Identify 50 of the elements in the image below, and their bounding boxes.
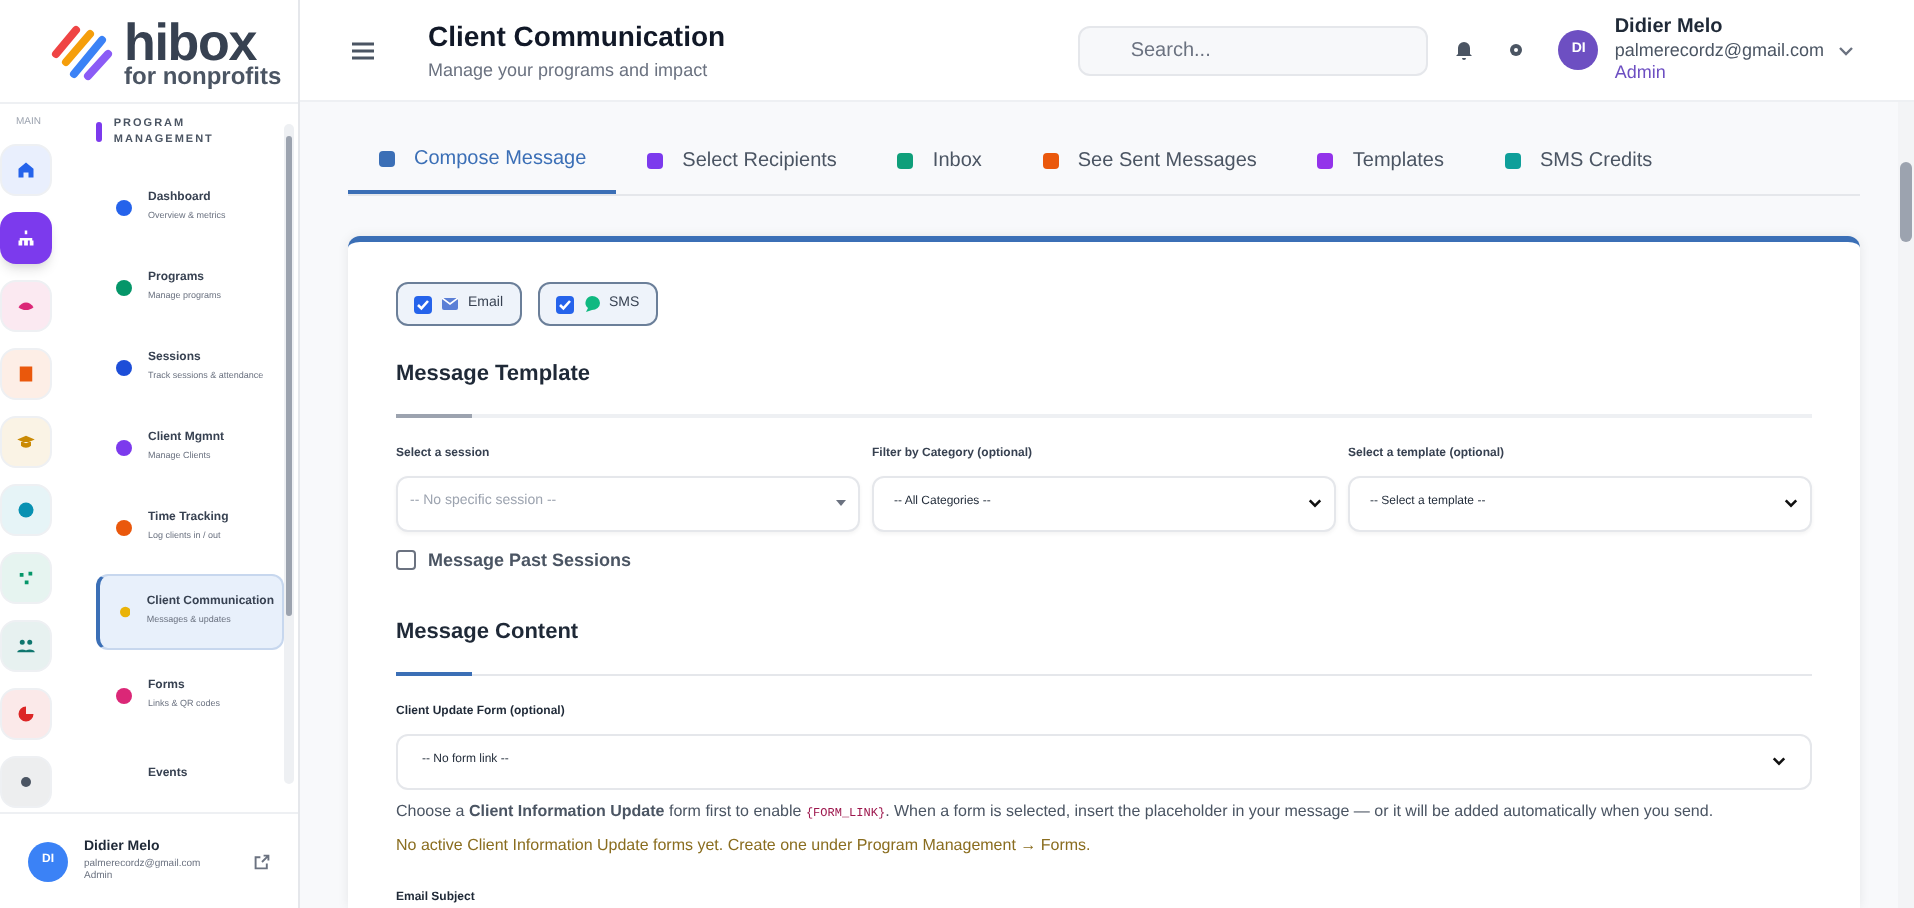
user-email: palmerecordz@gmail.com — [1614, 40, 1824, 63]
nav-rail-button[interactable] — [0, 279, 52, 331]
tab[interactable]: Templates — [1286, 126, 1474, 194]
nav-rail-button[interactable] — [0, 347, 52, 399]
tab[interactable]: Select Recipients — [616, 126, 867, 194]
tab-icon — [1041, 151, 1060, 169]
tab-icon — [1503, 151, 1522, 169]
user-role: Admin — [1614, 62, 1668, 85]
nav-rail-button[interactable] — [0, 143, 52, 195]
page-subtitle: Manage your programs and impact — [428, 57, 710, 84]
chevron-down-icon — [1308, 498, 1322, 508]
envelope-icon — [442, 298, 458, 310]
nav-rail-button[interactable] — [0, 483, 52, 535]
brand-tagline: for nonprofits — [124, 63, 282, 87]
tab[interactable]: Compose Message — [348, 126, 617, 194]
checkbox-label: Message Past Sessions — [428, 547, 632, 574]
chevron-down-icon[interactable] — [1838, 45, 1854, 55]
tab-icon — [378, 149, 396, 167]
external-link-icon[interactable] — [254, 853, 270, 869]
chat-icon — [583, 296, 600, 312]
nav-icon — [16, 227, 36, 247]
checkbox[interactable] — [396, 550, 416, 571]
scrollbar[interactable] — [1898, 102, 1914, 908]
section-heading: Message Content — [396, 618, 581, 648]
section-heading: Message Template — [396, 360, 593, 390]
brand-name: hibox — [124, 15, 257, 67]
nav-rail-button[interactable] — [0, 687, 52, 739]
chevron-down-icon — [1784, 498, 1798, 508]
menu-icon[interactable] — [352, 41, 374, 59]
nav-rail-button[interactable] — [0, 755, 52, 807]
tab[interactable]: Inbox — [866, 126, 1012, 194]
page-title: Client Communication — [428, 17, 726, 56]
user-name: Didier Melo — [1614, 15, 1725, 40]
tab[interactable]: See Sent Messages — [1011, 126, 1287, 194]
tab-icon — [896, 151, 915, 169]
nav-rail-button[interactable] — [0, 211, 52, 263]
tab-icon — [1316, 151, 1335, 169]
checkbox[interactable] — [555, 295, 574, 313]
scrollbar[interactable] — [284, 124, 294, 784]
search-field[interactable]: Search... — [1078, 25, 1429, 75]
warning-text: No active Client Information Update forms yet. Create one under Program Management → Forms. — [396, 833, 1093, 857]
logo-icon — [48, 21, 116, 81]
bell-icon[interactable] — [1456, 41, 1473, 59]
tab-icon — [646, 151, 665, 169]
chevron-down-icon — [1772, 756, 1786, 766]
caret-icon — [836, 500, 846, 506]
checkbox[interactable] — [414, 295, 432, 313]
settings-icon[interactable] — [1508, 42, 1525, 58]
nav-rail-button[interactable] — [0, 619, 52, 671]
tab[interactable]: SMS Credits — [1473, 126, 1683, 194]
